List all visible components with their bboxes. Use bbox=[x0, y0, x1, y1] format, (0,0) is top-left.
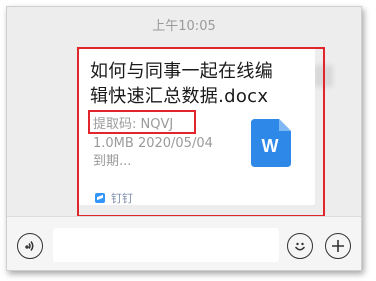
highlight-code-outline bbox=[88, 110, 196, 134]
plus-icon bbox=[332, 240, 344, 252]
emoji-icon bbox=[295, 242, 305, 251]
chat-window: 上午10:05 如何与同事一起在线编辑快速汇总数据.docx 提取码: NQVJ… bbox=[6, 6, 362, 271]
chat-input-bar bbox=[7, 216, 361, 270]
message-input[interactable] bbox=[53, 228, 279, 262]
voice-button[interactable] bbox=[17, 233, 43, 259]
voice-icon bbox=[25, 241, 34, 251]
emoji-button[interactable] bbox=[287, 233, 313, 259]
plus-button[interactable] bbox=[325, 233, 351, 259]
message-timestamp: 上午10:05 bbox=[152, 19, 216, 34]
